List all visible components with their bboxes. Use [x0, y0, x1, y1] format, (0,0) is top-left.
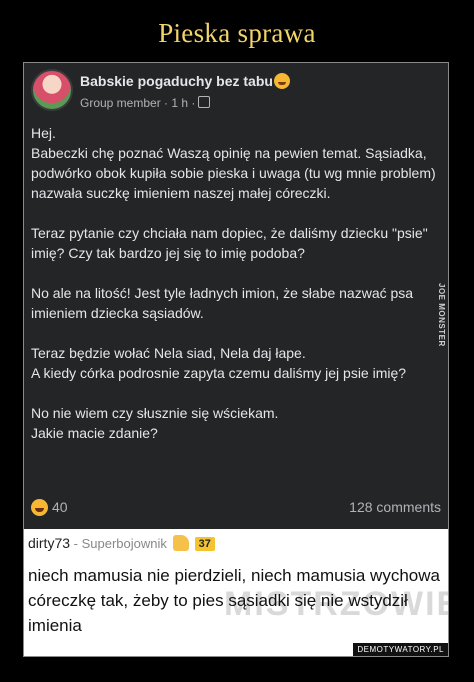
watermark-side-label: JOE MONSTER	[437, 283, 446, 347]
comment-text: niech mamusia nie pierdzieli, niech mamu…	[28, 566, 440, 635]
comment-separator: -	[70, 536, 82, 551]
laughing-face-icon	[31, 499, 48, 516]
post-meta: Group member · 1 h ·	[80, 96, 211, 110]
comment-rank: Superbojownik	[81, 536, 167, 551]
reaction-count: 40	[52, 499, 68, 515]
thumbs-up-icon	[172, 535, 189, 551]
page-title: Pieska sprawa	[158, 18, 316, 48]
comment-score-badge[interactable]: 37	[194, 537, 215, 551]
group-name[interactable]: Babskie pogaduchy bez tabu	[80, 73, 273, 89]
post-paragraph: No ale na litość! Jest tyle ładnych imio…	[31, 285, 414, 321]
comment-username[interactable]: dirty73	[28, 535, 70, 551]
reactions-summary[interactable]: 40	[31, 499, 68, 516]
comment-panel: dirty73 - Superbojownik 37 MISTRZOWIE ni…	[24, 529, 448, 656]
comment-header: dirty73 - Superbojownik 37	[28, 535, 215, 551]
screenshot-frame: Babskie pogaduchy bez tabu Group member …	[23, 62, 449, 657]
group-name-line: Babskie pogaduchy bez tabu	[80, 73, 290, 89]
group-avatar[interactable]	[31, 69, 73, 111]
post-paragraph: Hej. Babeczki chę poznać Waszą opinię na…	[31, 125, 436, 201]
post-paragraph: No nie wiem czy słusznie się wściekam. J…	[31, 405, 279, 441]
post-meta-text: Group member · 1 h ·	[80, 96, 196, 110]
blushing-face-icon	[273, 73, 290, 89]
post-body: Hej. Babeczki chę poznać Waszą opinię na…	[31, 123, 441, 443]
site-tag: DEMOTYWATORY.PL	[353, 643, 448, 656]
post-paragraph: Teraz pytanie czy chciała nam dopiec, że…	[31, 225, 428, 261]
post-paragraph: Teraz będzie wołać Nela siad, Nela daj ł…	[31, 345, 407, 381]
globe-icon[interactable]	[198, 96, 211, 108]
comments-count-link[interactable]: 128 comments	[349, 499, 441, 515]
facebook-post: Babskie pogaduchy bez tabu Group member …	[24, 63, 448, 529]
